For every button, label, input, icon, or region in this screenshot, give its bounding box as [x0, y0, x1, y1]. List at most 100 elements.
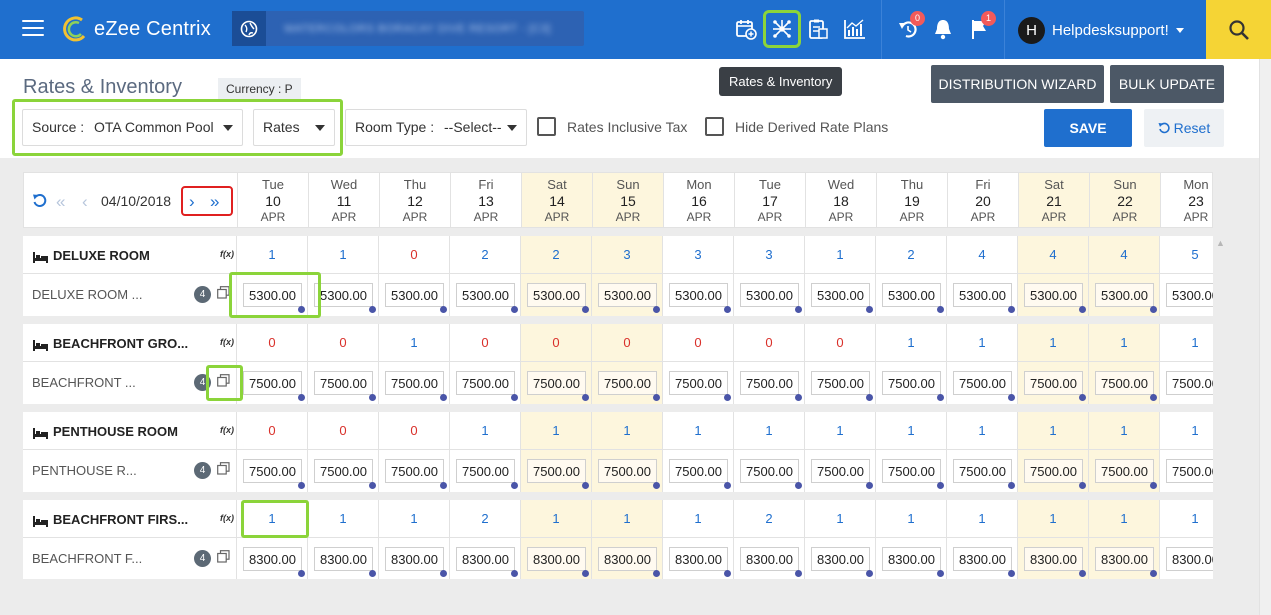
rate-input[interactable]	[669, 371, 728, 395]
rate-input[interactable]	[1166, 371, 1213, 395]
rate-input[interactable]	[882, 371, 941, 395]
rate-input[interactable]	[527, 283, 586, 307]
copy-icon[interactable]	[217, 462, 230, 480]
availability-cell[interactable]: 5	[1160, 236, 1213, 273]
rate-input[interactable]	[243, 459, 302, 483]
rate-input[interactable]	[740, 283, 799, 307]
rate-input[interactable]	[740, 371, 799, 395]
availability-cell[interactable]: 0	[734, 324, 805, 361]
rate-input[interactable]	[811, 371, 870, 395]
rate-plan-name[interactable]: PENTHOUSE R...	[32, 463, 137, 478]
availability-cell[interactable]: 4	[1018, 236, 1089, 273]
rate-input[interactable]	[527, 547, 586, 571]
availability-cell[interactable]: 1	[876, 500, 947, 537]
rate-input[interactable]	[314, 371, 373, 395]
rate-input[interactable]	[385, 283, 444, 307]
availability-cell[interactable]: 0	[379, 236, 450, 273]
availability-cell[interactable]: 1	[1018, 500, 1089, 537]
rate-input[interactable]	[669, 547, 728, 571]
availability-cell[interactable]: 1	[521, 500, 592, 537]
availability-cell[interactable]: 0	[308, 324, 379, 361]
availability-cell[interactable]: 1	[237, 236, 308, 273]
save-button[interactable]: SAVE	[1044, 109, 1132, 147]
distribution-network-icon[interactable]	[763, 10, 801, 48]
room-type-select[interactable]: Room Type : --Select--	[345, 109, 527, 146]
user-menu[interactable]: H Helpdesksupport!	[1018, 16, 1184, 44]
rate-input[interactable]	[1024, 283, 1083, 307]
formula-button[interactable]: f(x)	[220, 249, 234, 259]
availability-cell[interactable]: 1	[1160, 324, 1213, 361]
availability-cell[interactable]: 1	[379, 500, 450, 537]
calendar-plus-icon[interactable]	[731, 14, 761, 44]
rate-input[interactable]	[1166, 283, 1213, 307]
rate-input[interactable]	[953, 459, 1012, 483]
availability-cell[interactable]: 1	[947, 324, 1018, 361]
availability-cell[interactable]: 1	[805, 236, 876, 273]
menu-icon[interactable]	[22, 20, 44, 38]
availability-cell[interactable]: 0	[805, 324, 876, 361]
rate-input[interactable]	[385, 371, 444, 395]
availability-cell[interactable]: 3	[592, 236, 663, 273]
rate-input[interactable]	[882, 459, 941, 483]
availability-cell[interactable]: 1	[308, 236, 379, 273]
rate-input[interactable]	[598, 371, 657, 395]
rate-input[interactable]	[456, 547, 515, 571]
availability-cell[interactable]: 1	[947, 412, 1018, 449]
availability-cell[interactable]: 1	[1089, 324, 1160, 361]
rate-input[interactable]	[669, 283, 728, 307]
availability-cell[interactable]: 3	[734, 236, 805, 273]
availability-cell[interactable]: 0	[521, 324, 592, 361]
availability-cell[interactable]: 3	[663, 236, 734, 273]
availability-cell[interactable]: 1	[1089, 412, 1160, 449]
availability-cell[interactable]: 1	[308, 500, 379, 537]
availability-cell[interactable]: 1	[592, 500, 663, 537]
rate-input[interactable]	[314, 459, 373, 483]
rates-inclusive-tax-checkbox[interactable]	[537, 117, 556, 136]
rate-input[interactable]	[598, 547, 657, 571]
rate-input[interactable]	[527, 459, 586, 483]
start-date[interactable]: 04/10/2018	[101, 193, 171, 209]
rate-input[interactable]	[1095, 547, 1154, 571]
availability-cell[interactable]: 0	[450, 324, 521, 361]
rate-input[interactable]	[385, 459, 444, 483]
availability-cell[interactable]: 2	[450, 500, 521, 537]
rate-input[interactable]	[314, 283, 373, 307]
rate-input[interactable]	[1166, 547, 1213, 571]
rate-input[interactable]	[1095, 459, 1154, 483]
rate-input[interactable]	[598, 283, 657, 307]
rate-input[interactable]	[527, 371, 586, 395]
availability-cell[interactable]: 1	[876, 412, 947, 449]
rate-input[interactable]	[811, 547, 870, 571]
rate-input[interactable]	[314, 547, 373, 571]
availability-cell[interactable]: 0	[663, 324, 734, 361]
availability-cell[interactable]: 1	[592, 412, 663, 449]
rate-input[interactable]	[811, 283, 870, 307]
rate-input[interactable]	[456, 459, 515, 483]
rate-plan-name[interactable]: BEACHFRONT F...	[32, 551, 142, 566]
availability-cell[interactable]: 1	[663, 412, 734, 449]
bulk-update-button[interactable]: BULK UPDATE	[1110, 65, 1224, 103]
availability-cell[interactable]: 4	[1089, 236, 1160, 273]
rate-input[interactable]	[1024, 371, 1083, 395]
analytics-chart-icon[interactable]	[840, 14, 870, 44]
scrollbar[interactable]	[1259, 59, 1271, 615]
copy-icon[interactable]	[217, 550, 230, 568]
reset-button[interactable]: Reset	[1144, 109, 1224, 147]
chevron-left-icon[interactable]: ‹	[82, 192, 88, 212]
availability-cell[interactable]: 1	[663, 500, 734, 537]
availability-cell[interactable]: 4	[947, 236, 1018, 273]
availability-cell[interactable]: 1	[805, 412, 876, 449]
availability-cell[interactable]: 2	[876, 236, 947, 273]
rate-input[interactable]	[882, 283, 941, 307]
availability-cell[interactable]: 1	[947, 500, 1018, 537]
refresh-icon[interactable]	[32, 193, 47, 208]
rate-input[interactable]	[740, 547, 799, 571]
rate-input[interactable]	[456, 371, 515, 395]
rate-input[interactable]	[1166, 459, 1213, 483]
undo-history-icon[interactable]: 0	[893, 11, 925, 44]
rate-input[interactable]	[456, 283, 515, 307]
availability-cell[interactable]: 1	[1089, 500, 1160, 537]
availability-cell[interactable]: 1	[1018, 324, 1089, 361]
rate-input[interactable]	[243, 371, 302, 395]
rate-input[interactable]	[1024, 547, 1083, 571]
